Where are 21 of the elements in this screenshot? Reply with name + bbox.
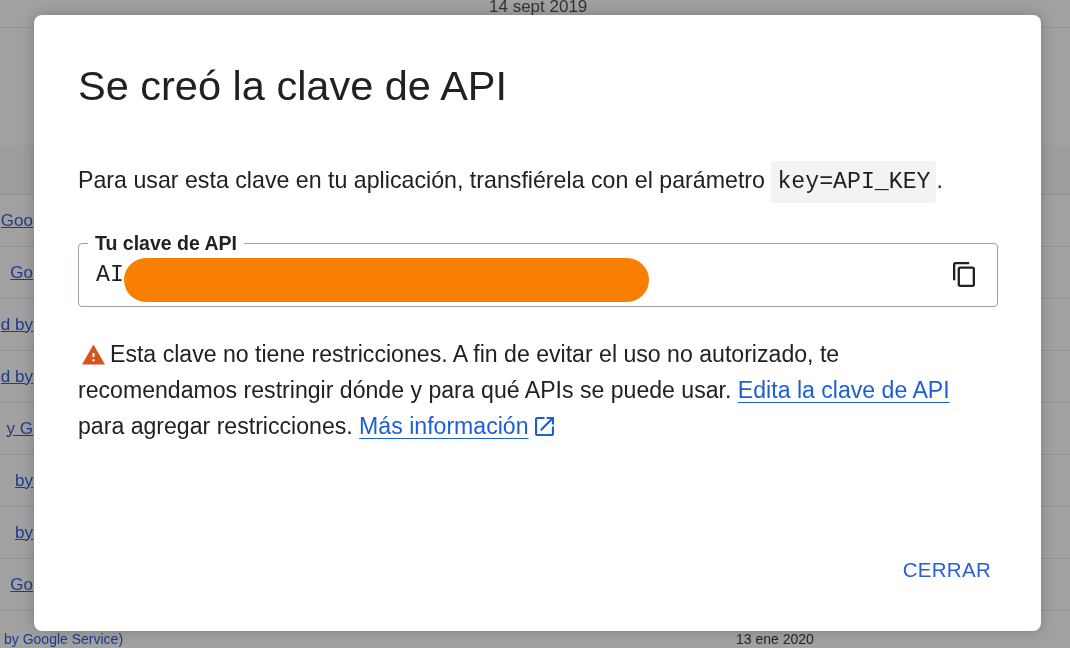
table-link[interactable]: d by bbox=[0, 314, 33, 335]
table-link[interactable]: by Google Service) bbox=[4, 632, 124, 646]
warning-icon bbox=[82, 344, 105, 365]
table-link[interactable]: Go bbox=[10, 262, 33, 283]
close-button[interactable]: CERRAR bbox=[886, 548, 1007, 592]
table-link[interactable]: by bbox=[15, 470, 33, 491]
date-text: 14 sept 2019 bbox=[489, 0, 588, 14]
learn-more-link[interactable]: Más información bbox=[359, 413, 554, 439]
copy-icon bbox=[953, 262, 975, 287]
table-link[interactable]: Go bbox=[10, 574, 33, 595]
edit-key-link[interactable]: Edita la clave de API bbox=[737, 377, 950, 403]
external-link-icon bbox=[534, 417, 554, 436]
table-link[interactable]: by bbox=[15, 522, 33, 543]
copy-button[interactable] bbox=[953, 262, 975, 287]
table-link[interactable]: d by bbox=[0, 366, 33, 387]
warning-text: Esta clave no tiene restricciones. A fin de evitar el uso no autorizado, te recomendamos restringir dónde y para qué APIs se puede usar. Edita la clave de API para agregar restricciones. Más información bbox=[78, 340, 951, 441]
instruction-text: Para usar esta clave en tu aplicación, transfiérela con el parámetro key=API_KEY . bbox=[78, 159, 943, 203]
dialog-title: Se creó la clave de API bbox=[78, 62, 508, 110]
date-text: 13 ene 2020 bbox=[736, 632, 814, 646]
table-link[interactable]: y G bbox=[6, 418, 33, 439]
table-link[interactable]: Goo bbox=[0, 210, 33, 231]
